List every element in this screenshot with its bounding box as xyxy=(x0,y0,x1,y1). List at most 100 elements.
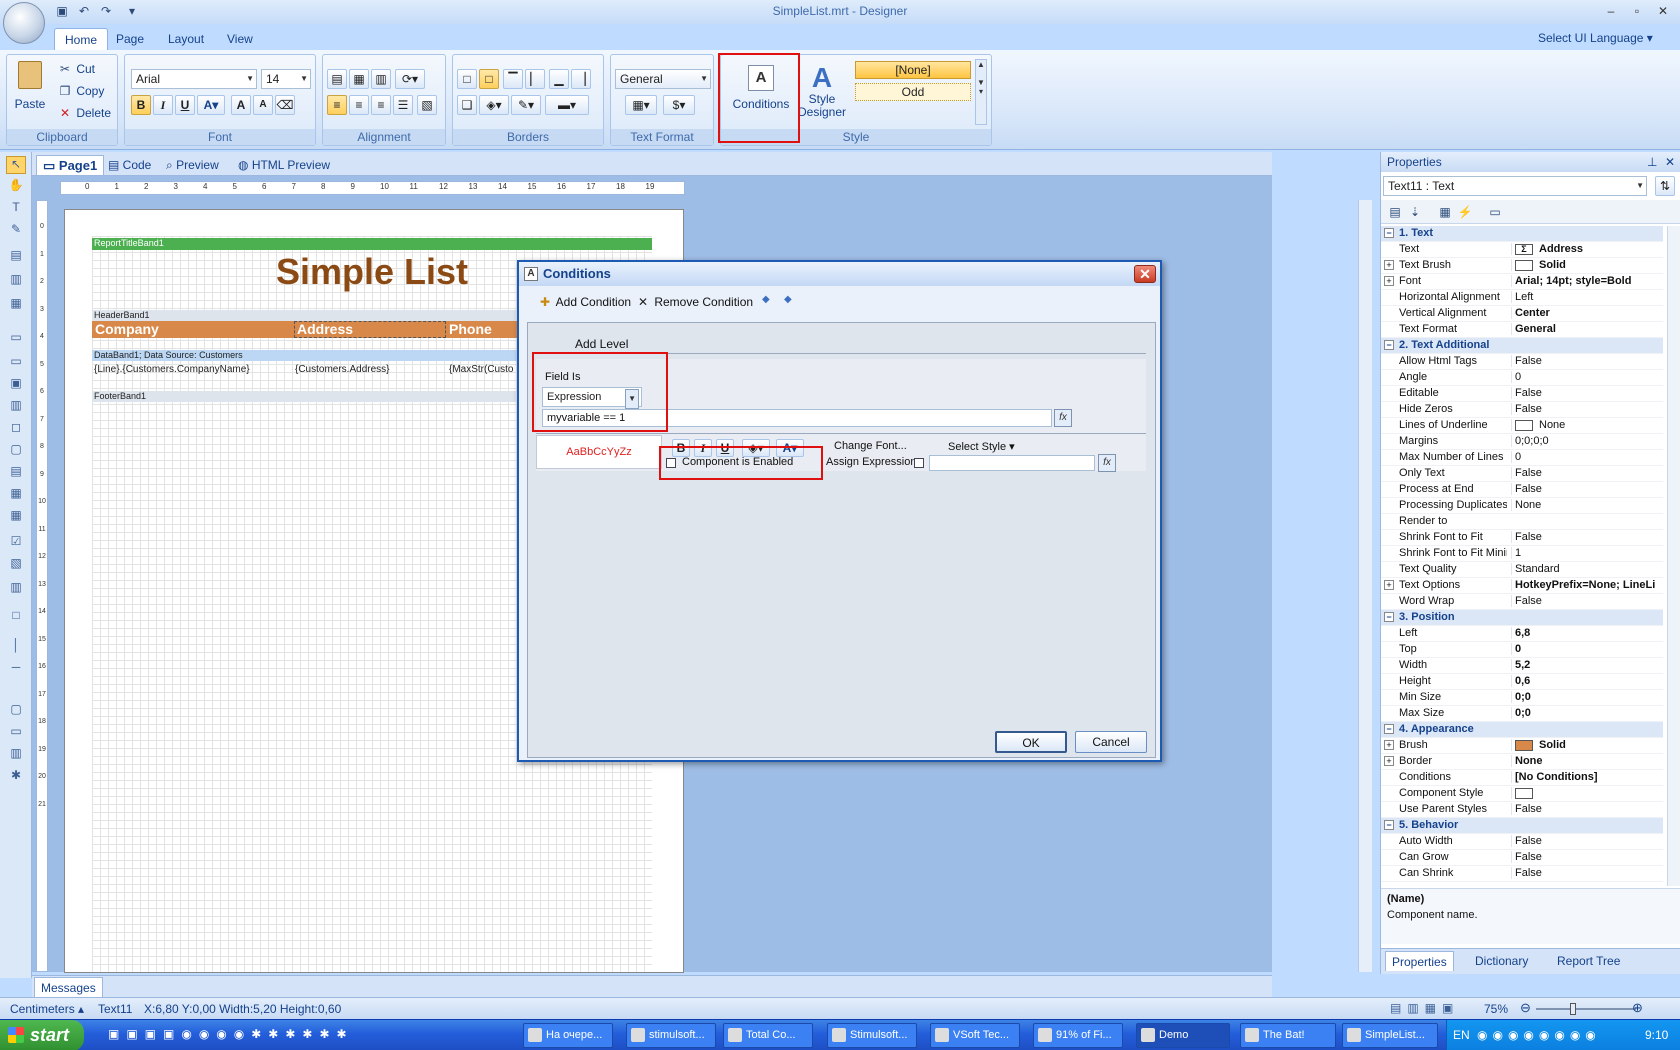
picture-icon[interactable]: ▧ xyxy=(6,556,26,574)
data-band-icon[interactable]: ▦ xyxy=(6,296,26,314)
property-row[interactable]: Can Shrink False xyxy=(1381,866,1663,882)
shadow-icon[interactable]: ❑ xyxy=(457,95,477,115)
tab-html-preview[interactable]: ◍ HTML Preview xyxy=(232,155,336,175)
property-row[interactable]: Angle 0 xyxy=(1381,370,1663,386)
property-category[interactable]: −1. Text xyxy=(1381,226,1663,242)
property-value[interactable]: Center xyxy=(1511,307,1661,319)
task-item[interactable]: stimulsoft... xyxy=(626,1023,716,1048)
dialog-close-button[interactable]: ✕ xyxy=(1134,265,1156,283)
rotate-icon[interactable]: ⟳▾ xyxy=(395,69,425,89)
text-options-icon[interactable]: ▧ xyxy=(417,95,437,115)
border-bottom-icon[interactable]: ▁ xyxy=(549,69,569,89)
fill-color-icon[interactable]: ◈▾ xyxy=(479,95,509,115)
property-value[interactable]: Standard xyxy=(1511,563,1661,575)
tab-view[interactable]: View xyxy=(217,28,263,50)
property-value[interactable]: HotkeyPrefix=None; LineLi xyxy=(1511,579,1661,591)
border-style-icon[interactable]: ▬▾ xyxy=(545,95,589,115)
property-row[interactable]: Text Σ Address xyxy=(1381,242,1663,258)
zoom-in-icon[interactable]: ⊕ xyxy=(1632,1000,1643,1016)
style-gallery-scroll[interactable]: ▲ ▼ ▾ xyxy=(975,59,987,125)
expression-input[interactable]: myvariable == 1 xyxy=(542,409,1052,427)
quick-launch-icons[interactable]: ▣▣▣▣◉◉◉◉✱✱✱✱✱✱ xyxy=(108,1027,354,1041)
data-cell-address[interactable]: {Customers.Address} xyxy=(295,364,390,375)
task-item[interactable]: VSoft Tec... xyxy=(930,1023,1020,1048)
close-panel-icon[interactable]: ✕ xyxy=(1665,152,1675,172)
property-row[interactable]: Conditions [No Conditions] xyxy=(1381,770,1663,786)
vertical-line-icon[interactable]: │ xyxy=(6,638,26,656)
property-row[interactable]: Vertical Alignment Center xyxy=(1381,306,1663,322)
report-title-band[interactable]: ReportTitleBand1 xyxy=(92,238,652,250)
tab-properties[interactable]: Properties xyxy=(1385,951,1454,971)
property-value[interactable]: Solid xyxy=(1511,739,1661,751)
events-icon[interactable]: ⚡ xyxy=(1457,204,1473,220)
checkbox-icon[interactable]: ☑ xyxy=(6,534,26,552)
property-row[interactable]: Top 0 xyxy=(1381,642,1663,658)
property-row[interactable]: + Border None xyxy=(1381,754,1663,770)
property-value[interactable]: 6,8 xyxy=(1511,627,1661,639)
property-value[interactable]: None xyxy=(1511,499,1661,511)
maximize-icon[interactable]: ▫ xyxy=(1626,4,1648,20)
border-all-icon[interactable]: □ xyxy=(457,69,477,89)
property-value[interactable]: False xyxy=(1511,835,1661,847)
zoom-slider[interactable] xyxy=(1536,1008,1636,1010)
expand-icon[interactable]: + xyxy=(1384,580,1394,590)
header-company[interactable]: Company xyxy=(95,321,159,338)
border-left-icon[interactable]: ▏ xyxy=(525,69,545,89)
add-level-link[interactable]: Add Level xyxy=(575,337,628,351)
task-item[interactable]: The Bat! xyxy=(1240,1023,1336,1048)
shape-icon[interactable]: ◻ xyxy=(6,420,26,438)
task-item[interactable]: На очере... xyxy=(523,1023,613,1048)
clone-icon[interactable]: ▤ xyxy=(6,464,26,482)
font-color-button[interactable]: A▾ xyxy=(776,439,804,457)
bold-button[interactable]: B xyxy=(672,439,690,457)
property-value[interactable]: 0;0;0;0 xyxy=(1511,435,1661,447)
expand-icon[interactable]: + xyxy=(1384,740,1394,750)
image-icon[interactable]: ▣ xyxy=(6,376,26,394)
justify-icon[interactable]: ☰ xyxy=(393,95,413,115)
collapse-icon[interactable]: − xyxy=(1384,612,1394,622)
property-row[interactable]: Process at End False xyxy=(1381,482,1663,498)
round-rect-icon[interactable]: ▭ xyxy=(6,724,26,742)
task-item[interactable]: Total Co... xyxy=(723,1023,813,1048)
undo-icon[interactable]: ↶ xyxy=(76,4,92,19)
format-icon[interactable]: ▦▾ xyxy=(625,95,657,115)
property-row[interactable]: Max Size 0;0 xyxy=(1381,706,1663,722)
qat-dropdown-icon[interactable]: ▾ xyxy=(124,4,140,19)
units-dropdown[interactable]: Centimeters ▴ xyxy=(10,1002,84,1016)
property-value[interactable]: False xyxy=(1511,403,1661,415)
property-row[interactable]: Can Grow False xyxy=(1381,850,1663,866)
property-value[interactable]: 0;0 xyxy=(1511,691,1661,703)
property-row[interactable]: Min Size 0;0 xyxy=(1381,690,1663,706)
expand-icon[interactable]: + xyxy=(1384,276,1394,286)
align-center-icon[interactable]: ≡ xyxy=(349,95,369,115)
tab-report-tree[interactable]: Report Tree xyxy=(1551,951,1626,971)
canvas-vertical-scrollbar[interactable] xyxy=(1358,200,1372,972)
pointer-icon[interactable]: ↖ xyxy=(6,156,26,174)
move-down-icon[interactable]: ◆ xyxy=(784,294,792,305)
select-style-dropdown[interactable]: Select Style ▾ xyxy=(948,440,1015,453)
property-row[interactable]: + Font Arial; 14pt; style=Bold xyxy=(1381,274,1663,290)
bold-button[interactable]: B xyxy=(131,95,151,115)
property-row[interactable]: Width 5,2 xyxy=(1381,658,1663,674)
text-format-select[interactable]: General ▼ xyxy=(615,69,711,89)
grow-font-icon[interactable]: A xyxy=(231,95,251,115)
border-top-icon[interactable]: ▔ xyxy=(503,69,523,89)
property-row[interactable]: Lines of Underline None xyxy=(1381,418,1663,434)
expression-editor-button[interactable]: fx xyxy=(1054,409,1072,427)
tab-layout[interactable]: Layout xyxy=(158,28,214,50)
change-font-button[interactable]: Change Font... xyxy=(834,440,907,452)
zip-code-icon[interactable]: ▥ xyxy=(6,580,26,598)
property-category[interactable]: −3. Position xyxy=(1381,610,1663,626)
property-value[interactable]: General xyxy=(1511,323,1661,335)
alphabetical-icon[interactable]: ⇣ xyxy=(1407,204,1423,220)
border-color-icon[interactable]: ✎▾ xyxy=(511,95,541,115)
property-pages-icon[interactable]: ▭ xyxy=(1487,204,1503,220)
zoom-slider-thumb[interactable] xyxy=(1570,1003,1576,1015)
zoom-out-icon[interactable]: ⊖ xyxy=(1520,1000,1531,1016)
field-type-select[interactable]: Expression ▼ xyxy=(542,387,642,409)
collapse-icon[interactable]: − xyxy=(1384,228,1394,238)
task-item-active[interactable]: Demo xyxy=(1136,1023,1230,1048)
properties-icon[interactable]: ▦ xyxy=(1437,204,1453,220)
copy-button[interactable]: ❐ Copy xyxy=(57,83,105,99)
align-left-icon[interactable]: ≡ xyxy=(327,95,347,115)
